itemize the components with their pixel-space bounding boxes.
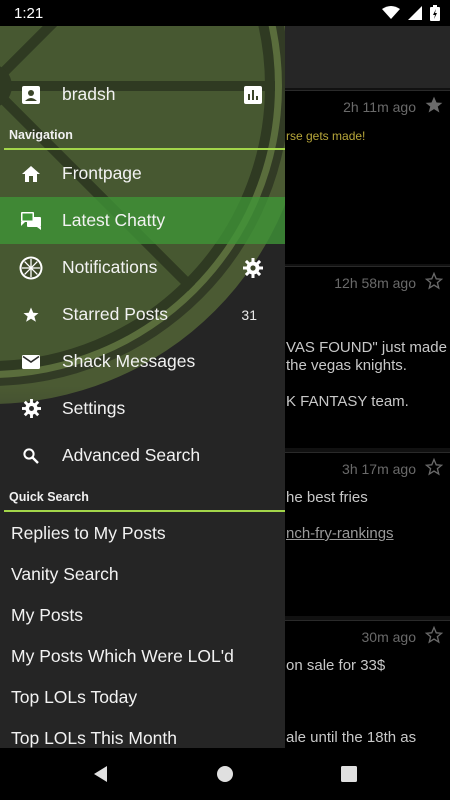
nav-item-shack-messages[interactable]: Shack Messages (0, 338, 285, 385)
nav-item-label: Shack Messages (62, 351, 196, 371)
lime-icon (19, 256, 43, 280)
chat-icon (19, 209, 43, 233)
post-time: 2h 11m ago (343, 99, 416, 115)
account-box-icon (19, 83, 43, 107)
post-time: 3h 17m ago (342, 461, 416, 477)
user-row[interactable]: bradsh (0, 71, 285, 118)
nav-item-starred-posts[interactable]: Starred Posts 31 (0, 291, 285, 338)
nav-item-label: Latest Chatty (62, 210, 166, 230)
nav-item-label: Starred Posts (62, 304, 169, 324)
nav-item-label: Frontpage (62, 163, 142, 183)
navigation-drawer: bradsh Navigation Frontpage Latest Chatt… (0, 26, 285, 748)
signal-icon (408, 6, 422, 20)
quick-search-vanity[interactable]: Vanity Search (11, 564, 119, 585)
starred-count-badge: 31 (241, 306, 257, 323)
search-icon (19, 444, 43, 468)
back-icon[interactable] (89, 762, 113, 786)
post-text: the vegas knights. (286, 357, 407, 374)
status-bar: 1:21 (0, 0, 450, 26)
recents-icon[interactable] (337, 762, 361, 786)
quick-search-my-posts[interactable]: My Posts (11, 605, 83, 626)
notification-settings-gear-icon[interactable] (241, 256, 265, 280)
post-text: VAS FOUND" just made (286, 339, 447, 356)
navigation-header: Navigation (9, 128, 73, 142)
home-button-icon[interactable] (213, 762, 237, 786)
quick-search-top-lols-today[interactable]: Top LOLs Today (11, 687, 137, 708)
nav-item-label: Advanced Search (62, 445, 201, 465)
nav-item-frontpage[interactable]: Frontpage (0, 150, 285, 197)
post-text: K FANTASY team. (286, 393, 409, 410)
stats-icon[interactable] (241, 83, 265, 107)
star-outline-icon[interactable] (424, 271, 444, 291)
system-nav-bar (0, 748, 450, 800)
post-text: on sale for 33$ (286, 657, 386, 674)
quick-search-replies[interactable]: Replies to My Posts (11, 523, 166, 544)
nav-item-latest-chatty[interactable]: Latest Chatty (0, 197, 285, 244)
status-icons (382, 5, 440, 21)
post-link[interactable]: nch-fry-rankings (286, 525, 394, 542)
post-text: he best fries (286, 489, 368, 506)
post-tag: rse gets made! (286, 129, 366, 143)
star-outline-icon[interactable] (424, 457, 444, 477)
star-icon[interactable] (424, 95, 444, 115)
nav-item-settings[interactable]: Settings (0, 385, 285, 432)
username: bradsh (62, 84, 116, 104)
status-time: 1:21 (14, 4, 44, 22)
star-outline-icon[interactable] (424, 625, 444, 645)
home-icon (19, 162, 43, 186)
mail-icon (19, 350, 43, 374)
quick-search-my-lold-posts[interactable]: My Posts Which Were LOL'd (11, 646, 234, 667)
quick-search-top-lols-month[interactable]: Top LOLs This Month (11, 728, 177, 748)
post-time: 12h 58m ago (334, 275, 416, 291)
nav-item-advanced-search[interactable]: Advanced Search (0, 432, 285, 479)
gear-icon (19, 397, 43, 421)
wifi-icon (382, 6, 400, 19)
nav-item-label: Settings (62, 398, 126, 418)
post-time: 30m ago (361, 629, 416, 645)
nav-item-notifications[interactable]: Notifications (0, 244, 285, 291)
battery-icon (430, 5, 440, 21)
star-icon (19, 303, 43, 327)
quick-search-header: Quick Search (9, 490, 89, 504)
nav-item-label: Notifications (62, 257, 158, 277)
quick-search-divider (4, 510, 285, 512)
post-text: ale until the 18th as (286, 729, 417, 746)
